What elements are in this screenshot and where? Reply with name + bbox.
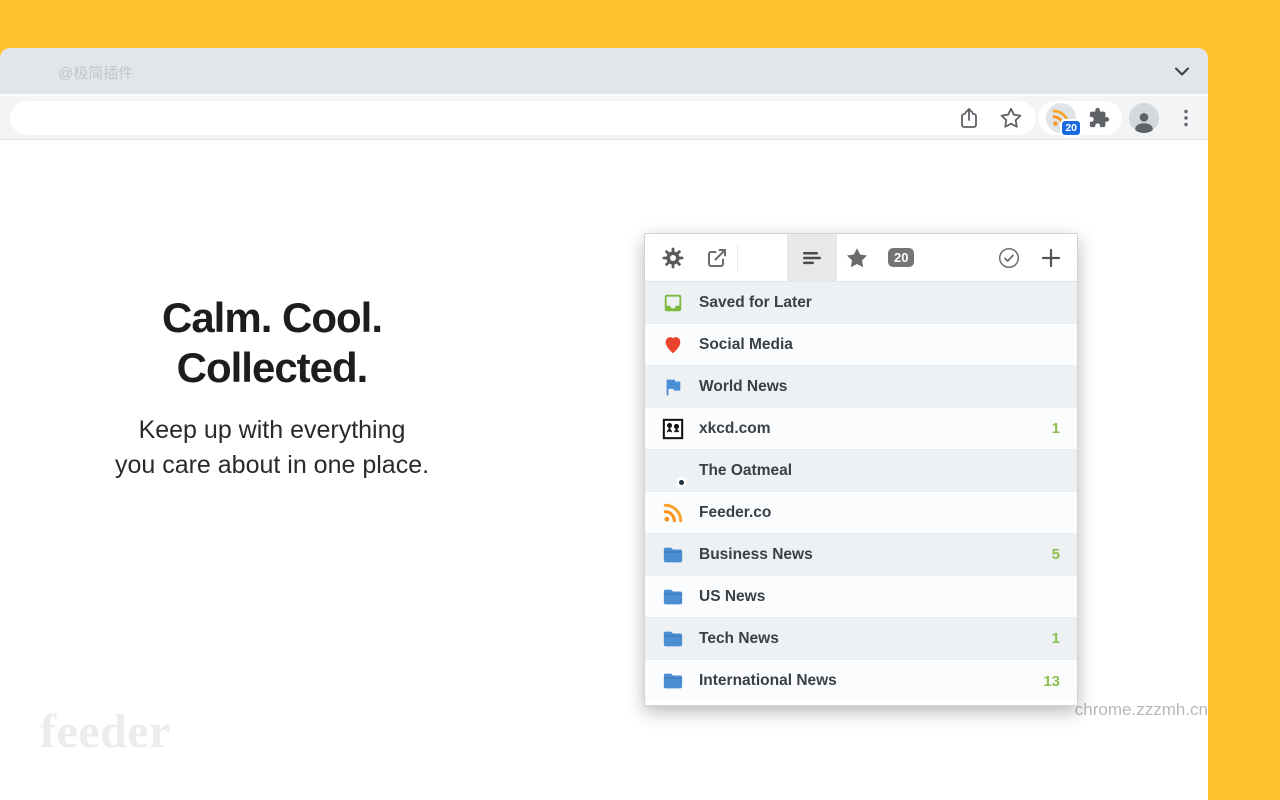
settings-gear-icon[interactable] xyxy=(661,246,685,270)
feed-title: International News xyxy=(699,672,837,690)
feed-title: xkcd.com xyxy=(699,420,771,438)
browser-menu-dots-icon[interactable] xyxy=(1174,106,1198,130)
mark-all-read-icon[interactable] xyxy=(997,246,1021,270)
feed-title: Feeder.co xyxy=(699,504,771,522)
open-external-icon[interactable] xyxy=(705,246,729,270)
source-watermark: chrome.zzzmh.cn xyxy=(1075,700,1208,720)
feed-list-item[interactable]: Business News 5 xyxy=(645,534,1077,576)
feed-list-item[interactable]: International News 13 xyxy=(645,660,1077,702)
hero-subtitle: Keep up with everything you care about i… xyxy=(60,413,484,484)
feed-title: Tech News xyxy=(699,630,779,648)
browser-tab-bar: @极简插件 xyxy=(0,48,1208,94)
feeder-extension-popup: 20 Saved for Later Social Media xyxy=(644,233,1078,706)
feed-list-item[interactable]: US News xyxy=(645,576,1077,618)
folder-icon xyxy=(662,544,684,566)
folder-icon xyxy=(662,586,684,608)
feed-unread-count: 5 xyxy=(1052,546,1060,563)
pinned-extensions-area: 20 xyxy=(1038,101,1122,135)
hero-title: Calm. Cool. Collected. xyxy=(60,293,484,393)
feed-title: Saved for Later xyxy=(699,294,812,312)
popup-toolbar: 20 xyxy=(645,234,1077,282)
feeder-extension-button[interactable]: 20 xyxy=(1046,103,1076,133)
browser-toolbar: 20 xyxy=(0,94,1208,140)
toolbar-divider xyxy=(737,244,738,272)
feed-list-item[interactable]: Saved for Later xyxy=(645,282,1077,324)
feed-title: World News xyxy=(699,378,787,396)
feed-list-view-button[interactable] xyxy=(787,234,837,282)
extension-unread-badge: 20 xyxy=(1060,119,1082,138)
feed-list-item[interactable]: Social Media xyxy=(645,324,1077,366)
extensions-puzzle-icon[interactable] xyxy=(1088,107,1110,129)
feed-title: Social Media xyxy=(699,336,793,354)
add-feed-plus-icon[interactable] xyxy=(1039,246,1063,270)
feed-list: Saved for Later Social Media World News … xyxy=(645,282,1077,705)
feed-list-item[interactable]: xkcd.com 1 xyxy=(645,408,1077,450)
folder-icon xyxy=(662,670,684,692)
share-icon[interactable] xyxy=(957,106,981,130)
inbox-icon xyxy=(662,292,684,314)
feed-list-item[interactable]: Feeder.co xyxy=(645,492,1077,534)
feed-unread-count: 13 xyxy=(1043,673,1060,690)
rss-icon xyxy=(662,502,684,524)
feed-list-item[interactable]: World News xyxy=(645,366,1077,408)
page-content: Calm. Cool. Collected. Keep up with ever… xyxy=(0,140,1208,800)
hero-text: Calm. Cool. Collected. Keep up with ever… xyxy=(60,293,484,484)
xkcd-favicon xyxy=(662,418,684,440)
feed-list-item[interactable]: The Oatmeal xyxy=(645,450,1077,492)
unread-count-badge[interactable]: 20 xyxy=(888,248,914,267)
heart-icon xyxy=(662,334,684,356)
bookmark-star-icon[interactable] xyxy=(999,106,1023,130)
feed-title: US News xyxy=(699,588,765,606)
chevron-down-icon[interactable] xyxy=(1170,59,1194,83)
omnibox[interactable] xyxy=(10,101,1036,135)
browser-window: @极简插件 20 xyxy=(0,48,1208,800)
tab-bar-watermark-label: @极简插件 xyxy=(58,62,133,83)
starred-view-icon[interactable] xyxy=(845,246,869,270)
flag-icon xyxy=(662,376,684,398)
folder-icon xyxy=(662,628,684,650)
feed-list-item[interactable]: Tech News 1 xyxy=(645,618,1077,660)
feed-unread-count: 1 xyxy=(1052,630,1060,647)
feed-unread-count: 1 xyxy=(1052,420,1060,437)
profile-avatar[interactable] xyxy=(1129,103,1159,133)
feeder-logo: feeder xyxy=(40,704,171,759)
popup-toolbar-right xyxy=(997,246,1077,270)
feed-title: Business News xyxy=(699,546,813,564)
feed-title: The Oatmeal xyxy=(699,462,792,480)
